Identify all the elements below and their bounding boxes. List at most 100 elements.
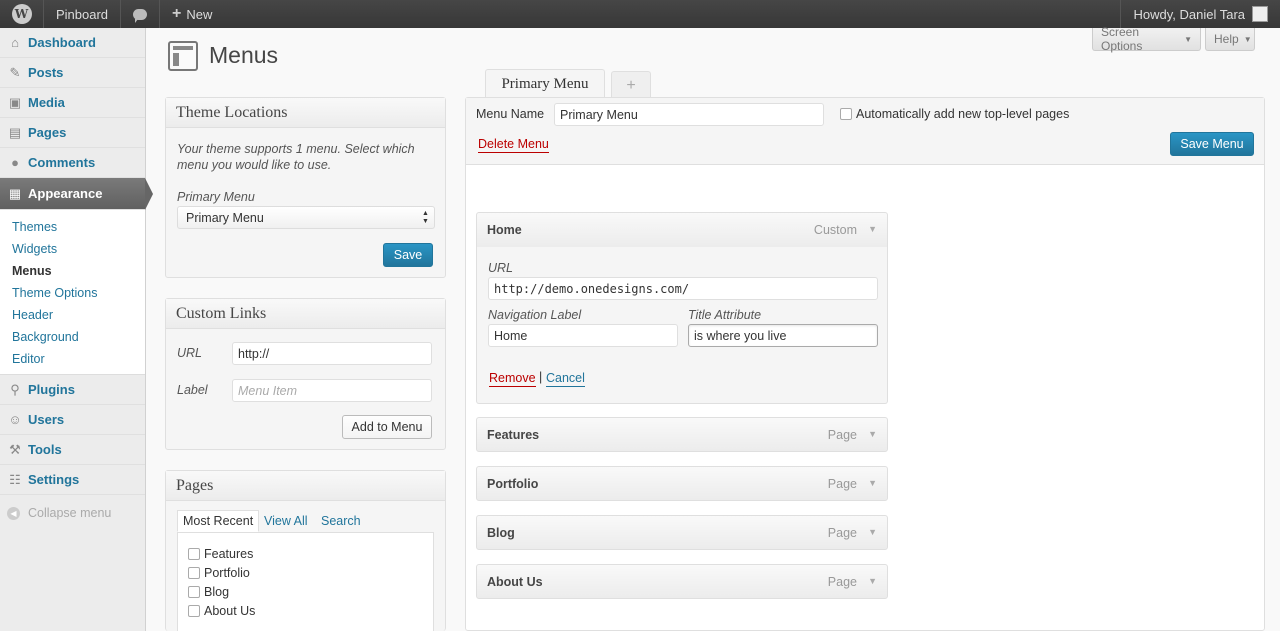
sidebar-item-label: Pages: [28, 125, 67, 140]
menu-item-type: Page: [827, 526, 857, 540]
auto-add-label: Automatically add new top-level pages: [856, 107, 1070, 121]
sidebar-item-appearance[interactable]: ▦ Appearance: [0, 178, 153, 210]
add-to-menu-button[interactable]: Add to Menu: [342, 415, 432, 439]
sidebar-item-label: Media: [28, 95, 65, 110]
sidebar-item-plugins[interactable]: ⚲ Plugins: [0, 375, 145, 405]
page-label: Portfolio: [204, 566, 250, 580]
sidebar-item-posts[interactable]: ✎ Posts: [0, 58, 145, 88]
submenu-background[interactable]: Background: [0, 326, 145, 348]
item-url-label: URL: [488, 261, 514, 275]
chevron-down-icon[interactable]: ▼: [868, 224, 877, 234]
screen-options-label: Screen Options: [1101, 25, 1143, 53]
page-title: Menus: [209, 42, 279, 68]
sidebar-item-dashboard[interactable]: ⌂ Dashboard: [0, 28, 145, 58]
sidebar-item-label: Users: [28, 412, 65, 427]
checkbox[interactable]: [188, 605, 200, 617]
custom-label-input[interactable]: Menu Item: [232, 379, 432, 402]
howdy-label: Howdy, Daniel Tara: [1133, 6, 1245, 22]
menu-item-settings: URL http://demo.onedesigns.com/ Navigati…: [476, 247, 888, 404]
menu-item-title: About Us: [487, 575, 543, 589]
nav-label-label: Navigation Label: [488, 308, 582, 322]
menu-item-about-us[interactable]: About Us Page ▼: [476, 564, 888, 599]
submenu-header[interactable]: Header: [0, 304, 145, 326]
sidebar-item-comments[interactable]: ● Comments: [0, 148, 145, 178]
tab-search[interactable]: Search: [316, 510, 366, 532]
collapse-label: Collapse menu: [28, 506, 112, 520]
tab-primary-menu[interactable]: Primary Menu: [485, 69, 605, 98]
chevron-down-icon[interactable]: ▼: [868, 576, 877, 586]
nav-label-input[interactable]: Home: [488, 324, 678, 347]
comments-button[interactable]: [121, 0, 161, 28]
menu-item-title: Features: [487, 428, 540, 442]
checkbox[interactable]: [188, 567, 200, 579]
menu-item-type: Page: [827, 575, 857, 589]
sidebar-item-media[interactable]: ▣ Media: [0, 88, 145, 118]
chevron-down-icon[interactable]: ▼: [868, 527, 877, 537]
sidebar-item-label: Tools: [28, 442, 62, 457]
new-content-button[interactable]: + New: [160, 0, 224, 28]
sidebar-item-label: Settings: [28, 472, 80, 487]
checkbox[interactable]: [840, 108, 852, 120]
menus-page-icon: [168, 41, 198, 71]
menu-item-features[interactable]: Features Page ▼: [476, 417, 888, 452]
appearance-icon: ▦: [8, 185, 22, 201]
menu-item-blog[interactable]: Blog Page ▼: [476, 515, 888, 550]
item-url-input[interactable]: http://demo.onedesigns.com/: [488, 277, 878, 300]
sidebar-item-label: Plugins: [28, 382, 75, 397]
site-name-link[interactable]: Pinboard: [44, 0, 122, 28]
submenu-menus[interactable]: Menus: [0, 260, 145, 282]
sidebar-item-users[interactable]: ☺ Users: [0, 405, 145, 435]
checkbox[interactable]: [188, 548, 200, 560]
submenu-editor[interactable]: Editor: [0, 348, 145, 370]
cancel-item-link[interactable]: Cancel: [546, 371, 585, 387]
pages-title: Pages: [166, 471, 445, 501]
menu-item-portfolio[interactable]: Portfolio Page ▼: [476, 466, 888, 501]
menu-name-label: Menu Name: [476, 107, 545, 121]
checkbox[interactable]: [188, 586, 200, 598]
chevron-down-icon[interactable]: ▼: [868, 478, 877, 488]
title-attribute-input[interactable]: is where you live: [688, 324, 878, 347]
plus-icon: +: [172, 5, 182, 22]
sidebar-item-pages[interactable]: ▤ Pages: [0, 118, 145, 148]
theme-locations-title: Theme Locations: [166, 98, 445, 128]
submenu-theme-options[interactable]: Theme Options: [0, 282, 145, 304]
menu-item-home[interactable]: Home Custom ▼: [476, 212, 888, 248]
primary-menu-select[interactable]: Primary Menu ▲ ▼: [177, 206, 435, 229]
chevron-down-icon: ▼: [1184, 34, 1192, 44]
sidebar-item-tools[interactable]: ⚒ Tools: [0, 435, 145, 465]
page-checkbox-row[interactable]: Blog: [188, 585, 229, 599]
custom-url-input[interactable]: http://: [232, 342, 432, 365]
submenu-themes[interactable]: Themes: [0, 216, 145, 238]
remove-item-link[interactable]: Remove: [489, 371, 536, 387]
sidebar-item-label: Dashboard: [28, 35, 96, 50]
save-locations-button[interactable]: Save: [383, 243, 433, 267]
screen-options-button[interactable]: Screen Options ▼: [1092, 25, 1201, 53]
chevron-down-icon[interactable]: ▼: [868, 429, 877, 439]
sidebar-item-label: Posts: [28, 65, 64, 80]
my-account-button[interactable]: Howdy, Daniel Tara: [1120, 0, 1280, 28]
sidebar-item-label: Comments: [28, 155, 96, 170]
tab-most-recent[interactable]: Most Recent: [177, 510, 260, 532]
sidebar-item-settings[interactable]: ☷ Settings: [0, 465, 145, 495]
auto-add-pages-option[interactable]: Automatically add new top-level pages: [840, 107, 1069, 121]
delete-menu-link[interactable]: Delete Menu: [478, 137, 549, 153]
link-separator: |: [539, 370, 543, 384]
add-menu-tab[interactable]: +: [611, 71, 651, 99]
submenu-widgets[interactable]: Widgets: [0, 238, 145, 260]
custom-links-box: Custom Links URL http:// Label Menu Item…: [165, 298, 446, 450]
tab-view-all[interactable]: View All: [259, 510, 313, 532]
page-checkbox-row[interactable]: Features: [188, 547, 253, 561]
save-menu-button[interactable]: Save Menu: [1170, 132, 1254, 156]
tools-icon: ⚒: [9, 441, 21, 457]
collapse-arrow-icon: ◀: [7, 506, 20, 520]
page-checkbox-row[interactable]: Portfolio: [188, 566, 250, 580]
sidebar-item-label: Appearance: [28, 186, 103, 201]
collapse-menu-button[interactable]: ◀ Collapse menu: [0, 495, 145, 531]
page-checkbox-row[interactable]: About Us: [188, 604, 255, 618]
menu-name-input[interactable]: Primary Menu: [554, 103, 824, 126]
wordpress-logo-button[interactable]: W: [0, 0, 44, 28]
help-button[interactable]: Help ▼: [1205, 28, 1255, 51]
theme-locations-box: Theme Locations Your theme supports 1 me…: [165, 97, 446, 278]
comments-icon: ●: [11, 155, 19, 170]
title-attribute-label: Title Attribute: [688, 308, 762, 322]
